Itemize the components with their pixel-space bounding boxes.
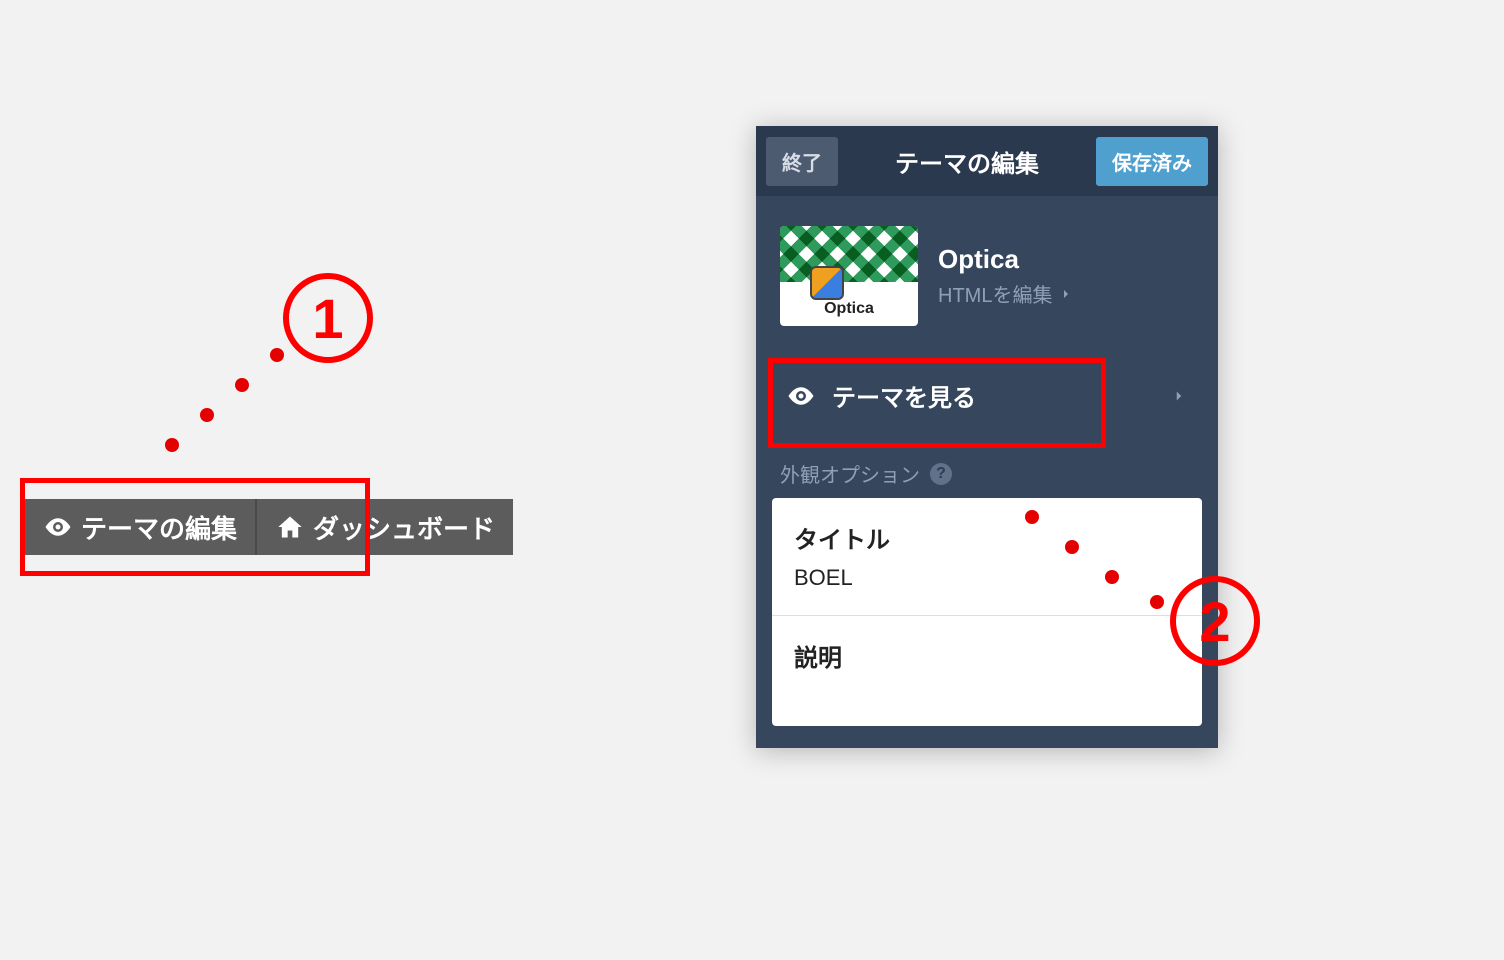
theme-meta: Optica HTMLを編集 (938, 244, 1074, 308)
chevron-right-icon (1170, 387, 1188, 405)
annotation-dot (270, 348, 284, 362)
annotation-dot (235, 378, 249, 392)
title-field-label: タイトル (794, 520, 1180, 555)
exit-button-label: 終了 (782, 153, 822, 175)
edit-html-label: HTMLを編集 (938, 279, 1052, 308)
theme-thumbnail-pattern (780, 226, 918, 282)
title-field-value: BOEL (794, 565, 1180, 591)
annotation-dot (1150, 595, 1164, 609)
annotation-step-2: 2 (1170, 576, 1260, 666)
edit-theme-button[interactable]: テーマの編集 (25, 499, 255, 555)
edit-html-link[interactable]: HTMLを編集 (938, 279, 1074, 308)
annotation-step-1: 1 (283, 273, 373, 363)
annotation-dot (1025, 510, 1039, 524)
saved-button[interactable]: 保存済み (1096, 137, 1208, 186)
chevron-right-icon (1058, 286, 1074, 302)
appearance-options-card: タイトル BOEL 説明 (772, 498, 1202, 726)
panel-title: テーマの編集 (838, 144, 1096, 179)
saved-button-label: 保存済み (1112, 153, 1192, 175)
annotation-step-2-number: 2 (1199, 589, 1230, 654)
edit-theme-label: テーマの編集 (81, 509, 237, 546)
title-section[interactable]: タイトル BOEL (772, 498, 1202, 616)
theme-thumbnail-caption: Optica (780, 282, 918, 326)
current-theme-row: Optica Optica HTMLを編集 (756, 196, 1218, 350)
theme-thumbnail-icon (810, 266, 844, 300)
description-section[interactable]: 説明 (772, 616, 1202, 726)
home-icon (275, 512, 305, 542)
appearance-options-label: 外観オプション (780, 459, 920, 488)
annotation-dot (1065, 540, 1079, 554)
eye-icon (786, 381, 816, 411)
annotation-step-1-number: 1 (312, 286, 343, 351)
annotation-dot (200, 408, 214, 422)
dashboard-button[interactable]: ダッシュボード (257, 499, 513, 555)
theme-name: Optica (938, 244, 1074, 275)
exit-button[interactable]: 終了 (766, 137, 838, 186)
user-toolbar: テーマの編集 ダッシュボード (25, 499, 513, 555)
description-field-label: 説明 (794, 638, 1180, 673)
view-themes-row[interactable]: テーマを見る (772, 356, 1202, 435)
annotation-dot (165, 438, 179, 452)
panel-header: 終了 テーマの編集 保存済み (756, 126, 1218, 196)
view-themes-label: テーマを見る (832, 378, 976, 413)
appearance-options-header: 外観オプション ? (756, 435, 1218, 498)
eye-icon (43, 512, 73, 542)
theme-thumbnail: Optica (780, 226, 918, 326)
help-icon[interactable]: ? (930, 463, 952, 485)
theme-editor-panel: 終了 テーマの編集 保存済み Optica Optica HTMLを編集 テーマ… (756, 126, 1218, 748)
dashboard-label: ダッシュボード (313, 509, 495, 546)
annotation-dot (1105, 570, 1119, 584)
